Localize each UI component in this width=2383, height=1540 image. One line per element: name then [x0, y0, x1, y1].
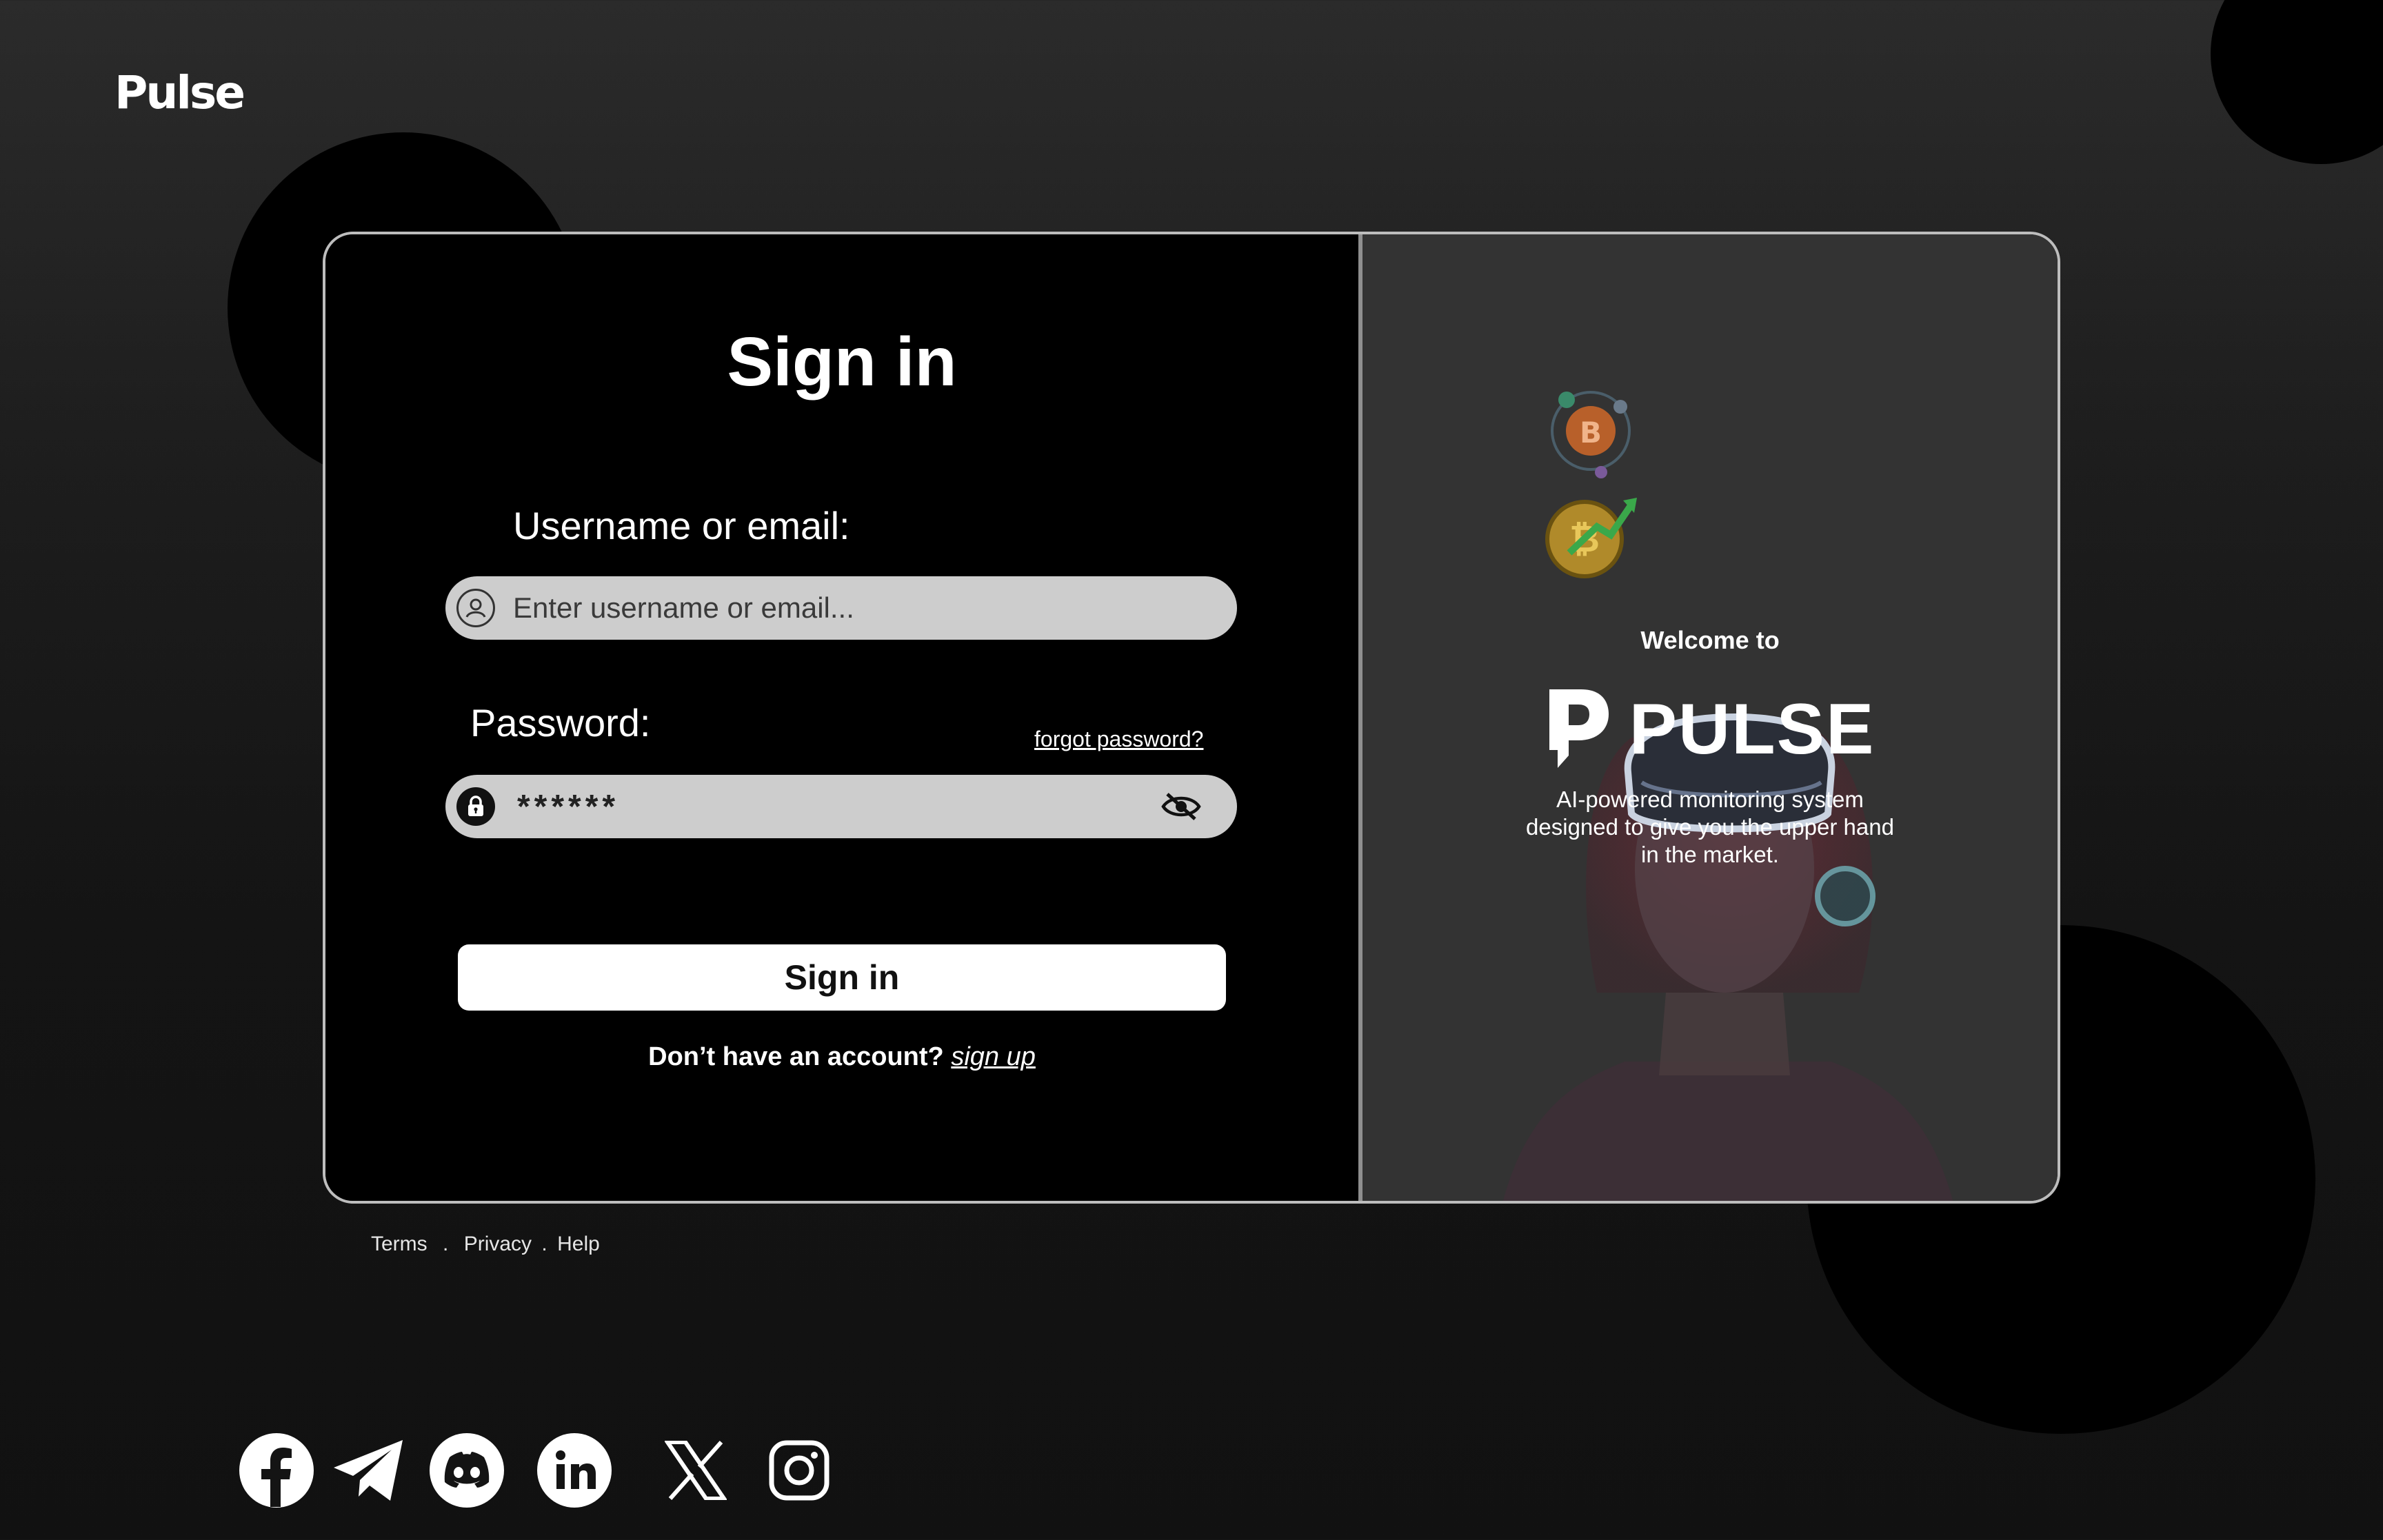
promo-panel: ₿ B Welcome to PULSE AI-powered monitori… — [1363, 234, 2058, 1201]
signin-panel: Sign in Username or email: Password: for… — [325, 234, 1358, 1201]
username-label: Username or email: — [513, 504, 850, 547]
facebook-icon[interactable] — [237, 1431, 316, 1510]
footer-separator: . — [443, 1233, 449, 1255]
brand-name: PULSE — [1629, 689, 1876, 769]
tagline: AI-powered monitoring system designed to… — [1363, 786, 2058, 869]
svg-text:B: B — [1580, 416, 1602, 449]
forgot-password-link[interactable]: forgot password? — [1034, 727, 1203, 752]
tagline-text: AI-powered monitoring system designed to… — [1526, 787, 1894, 867]
user-icon — [456, 589, 495, 627]
username-field[interactable] — [445, 576, 1237, 640]
footer-links: Terms . Privacy . Help — [371, 1233, 600, 1256]
crypto-orbit-icon: B — [1551, 391, 1631, 478]
decor-circle-top-right — [2211, 0, 2383, 164]
signin-button[interactable]: Sign in — [458, 944, 1226, 1011]
help-link[interactable]: Help — [557, 1233, 600, 1255]
signin-card: Sign in Username or email: Password: for… — [323, 232, 2060, 1204]
x-icon[interactable] — [656, 1431, 735, 1510]
pulse-logo-icon — [1549, 689, 1609, 768]
page-title: Sign in — [727, 323, 957, 401]
app-logo: Pulse — [114, 66, 245, 119]
username-input[interactable] — [513, 591, 1134, 625]
social-links — [237, 1431, 838, 1510]
bitcoin-growth-icon: ₿ — [1545, 498, 1637, 578]
footer-separator: . — [541, 1233, 547, 1255]
signup-row: Don’t have an account? sign up — [325, 1042, 1358, 1072]
brand-lockup: PULSE — [1363, 687, 2058, 772]
welcome-text: Welcome to — [1640, 626, 1780, 654]
discord-icon[interactable] — [428, 1431, 506, 1510]
password-label: Password: — [470, 701, 651, 744]
instagram-icon[interactable] — [760, 1431, 838, 1510]
password-input[interactable]: ****** — [517, 788, 1157, 826]
terms-link[interactable]: Terms — [371, 1233, 428, 1255]
linkedin-icon[interactable] — [535, 1431, 614, 1510]
telegram-icon[interactable] — [330, 1431, 408, 1510]
privacy-link[interactable]: Privacy — [464, 1233, 532, 1255]
signup-prompt: Don’t have an account? — [648, 1042, 944, 1071]
eye-slash-icon[interactable] — [1157, 782, 1205, 831]
signup-link[interactable]: sign up — [951, 1042, 1036, 1071]
password-field[interactable]: ****** — [445, 775, 1237, 838]
lock-icon — [456, 787, 495, 826]
